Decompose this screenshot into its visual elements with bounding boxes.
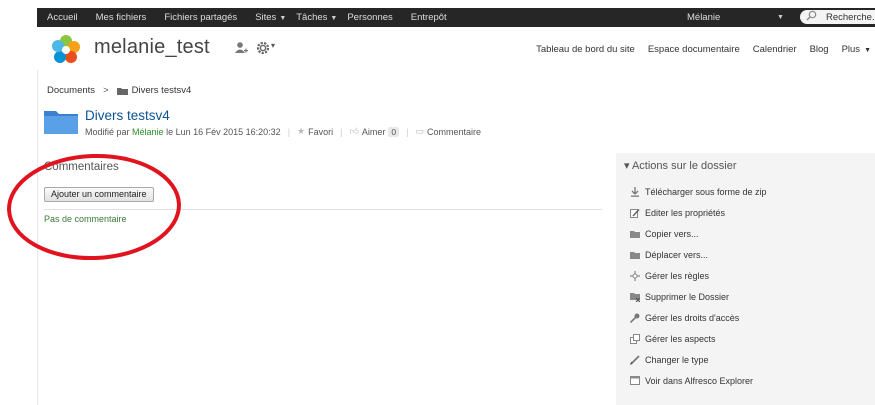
nav-personnes[interactable]: Personnes [347, 12, 392, 23]
like-count: 0 [388, 126, 400, 137]
action-edit-properties[interactable]: Editer les propriétés [630, 208, 725, 218]
action-move-to[interactable]: Déplacer vers... [630, 250, 708, 260]
action-manage-rules[interactable]: Gérer les règles [630, 271, 709, 281]
permissions-icon [630, 313, 640, 323]
user-menu[interactable]: Mélanie [687, 8, 720, 27]
folder-icon [116, 87, 128, 95]
divider: | [340, 126, 343, 137]
comment-icon: ▭ [415, 126, 424, 136]
search-input[interactable]: Recherche... [800, 10, 875, 24]
like-action[interactable]: Aimer [362, 127, 386, 137]
alfresco-logo-icon [52, 35, 80, 63]
chevron-down-icon[interactable]: ▾ [271, 41, 275, 50]
action-download-zip[interactable]: Télécharger sous forme de zip [630, 187, 767, 197]
site-nav-dashboard[interactable]: Tableau de bord du site [536, 44, 635, 55]
modified-by-link[interactable]: Mélanie [132, 127, 164, 137]
action-change-type[interactable]: Changer le type [630, 355, 709, 365]
edit-icon [630, 208, 640, 218]
aspects-icon [630, 334, 640, 344]
action-delete-folder[interactable]: Supprimer le Dossier [630, 292, 729, 302]
folder-actions-heading[interactable]: ▾ Actions sur le dossier [624, 159, 737, 172]
search-icon [806, 10, 820, 24]
breadcrumb-current[interactable]: Divers testsv4 [132, 85, 192, 96]
folder-metadata: Modifié par Mélanie le Lun 16 Fév 2015 1… [85, 126, 481, 137]
action-manage-aspects[interactable]: Gérer les aspects [630, 334, 716, 344]
folder-title: Divers testsv4 [85, 108, 170, 123]
site-title: melanie_test [94, 36, 210, 58]
chevron-down-icon[interactable]: ▼ [777, 8, 784, 27]
divider: | [406, 126, 409, 137]
nav-taches[interactable]: Tâches ▼ [296, 12, 337, 23]
nav-accueil[interactable]: Accueil [47, 12, 78, 23]
gear-icon[interactable] [255, 40, 271, 56]
explorer-icon [630, 376, 640, 385]
add-member-icon[interactable] [234, 41, 248, 55]
folder-icon [44, 111, 78, 134]
site-nav-blog[interactable]: Blog [810, 44, 829, 55]
app-nav: Accueil Mes fichiers Fichiers partagés S… [37, 8, 455, 27]
thumbs-up-icon: 👍︎ [349, 126, 359, 136]
chevron-down-icon: ▼ [330, 15, 338, 22]
nav-mes-fichiers[interactable]: Mes fichiers [96, 12, 147, 23]
site-header: melanie_test ▾ Tableau de bord du site E… [37, 30, 875, 70]
site-nav-document-library[interactable]: Espace documentaire [648, 44, 740, 55]
divider: | [287, 126, 291, 137]
site-nav: Tableau de bord du site Espace documenta… [523, 44, 875, 55]
delete-folder-icon [630, 293, 640, 302]
chevron-down-icon: ▼ [864, 47, 871, 54]
breadcrumb-documents[interactable]: Documents [47, 85, 95, 96]
breadcrumb: Documents > Divers testsv4 [47, 85, 191, 96]
search-placeholder: Recherche... [826, 11, 875, 23]
star-icon: ★ [297, 126, 306, 136]
chevron-down-icon: ▼ [279, 15, 287, 22]
copy-folder-icon [630, 231, 640, 238]
site-nav-more[interactable]: Plus ▼ [842, 44, 871, 55]
modified-date: le Lun 16 Fév 2015 16:20:32 [166, 126, 281, 137]
nav-fichiers-partages[interactable]: Fichiers partagés [164, 12, 237, 23]
download-icon [631, 187, 639, 197]
top-navigation-bar: Accueil Mes fichiers Fichiers partagés S… [37, 8, 875, 27]
site-nav-calendar[interactable]: Calendrier [753, 44, 797, 55]
action-manage-permissions[interactable]: Gérer les droits d'accès [630, 313, 739, 323]
nav-entrepot[interactable]: Entrepôt [411, 12, 447, 23]
change-type-icon [630, 355, 640, 365]
comment-action[interactable]: Commentaire [427, 127, 481, 137]
breadcrumb-separator: > [103, 85, 109, 96]
favorite-action[interactable]: Favori [308, 127, 333, 137]
modified-prefix: Modifié par [85, 126, 130, 137]
action-copy-to[interactable]: Copier vers... [630, 229, 699, 239]
rules-icon [630, 271, 640, 281]
action-view-in-explorer[interactable]: Voir dans Alfresco Explorer [630, 376, 753, 386]
annotation-circle [7, 153, 181, 261]
nav-sites[interactable]: Sites ▼ [255, 12, 286, 23]
folder-actions-panel: ▾ Actions sur le dossier Télécharger sou… [616, 153, 875, 405]
move-folder-icon [630, 252, 640, 259]
